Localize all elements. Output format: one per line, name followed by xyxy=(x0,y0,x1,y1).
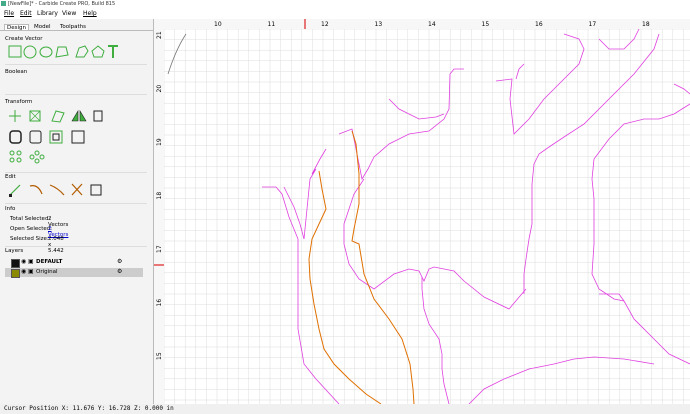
section-transform: Transform xyxy=(5,99,33,105)
pentagon-icon[interactable] xyxy=(91,45,105,58)
selected-vectors[interactable] xyxy=(308,130,415,404)
tree-vectors[interactable] xyxy=(262,28,690,404)
design-canvas[interactable]: 10 11 12 13 14 15 16 17 18 21 20 19 18 17 16 15 xyxy=(154,19,690,404)
transform-toolbar xyxy=(9,109,103,164)
circular-array-icon[interactable] xyxy=(34,150,40,156)
ruler-y-label: 19 xyxy=(156,138,163,146)
section-edit: Edit xyxy=(5,174,16,180)
info-open-selected: Open Selected: 2 Vectors xyxy=(10,226,69,238)
ruler-x-label: 18 xyxy=(642,21,650,28)
horizontal-ruler xyxy=(154,19,690,29)
group-icon[interactable] xyxy=(49,130,63,144)
menu-library[interactable]: Library xyxy=(37,10,58,17)
ruler-y-label: 17 xyxy=(156,245,163,253)
ruler-x-label: 11 xyxy=(268,21,276,28)
grid xyxy=(163,28,690,404)
boundary-arc xyxy=(167,33,187,75)
ruler-x-label: 15 xyxy=(482,21,490,28)
title-bar: [NewFile]* - Carbide Create PRO, Build 8… xyxy=(0,0,690,9)
circle-icon[interactable] xyxy=(23,45,37,59)
menu-help[interactable]: Help xyxy=(83,10,97,17)
menu-file[interactable]: File xyxy=(4,10,14,17)
ruler-x-label: 17 xyxy=(589,21,597,28)
ungroup-icon[interactable] xyxy=(71,130,85,144)
menu-bar: File Edit Library View Help xyxy=(0,9,690,19)
window-title: [NewFile]* - Carbide Create PRO, Build 8… xyxy=(8,1,116,7)
ruler-x-label: 10 xyxy=(214,21,222,28)
menu-view[interactable]: View xyxy=(62,10,76,17)
info-total-selected: Total Selected: 2 Vectors xyxy=(10,216,69,228)
eye-icon[interactable]: ◉ xyxy=(21,258,26,265)
curve-icon[interactable] xyxy=(55,46,69,58)
status-bar: Cursor Position X: 11.676 Y: 16.728 Z: 0… xyxy=(0,404,690,414)
node-edit-icon[interactable] xyxy=(9,184,21,196)
app-icon xyxy=(1,1,6,6)
polygon-icon[interactable] xyxy=(75,45,89,58)
ruler-y-label: 20 xyxy=(156,85,163,93)
section-layers: Layers xyxy=(5,248,24,254)
align-icon[interactable] xyxy=(93,110,103,122)
bounding-box-icon[interactable] xyxy=(90,184,102,196)
vertical-ruler xyxy=(154,19,164,404)
ruler-x-label: 14 xyxy=(428,21,436,28)
canvas-drawing[interactable]: 10 11 12 13 14 15 16 17 18 21 20 19 18 17 16 15 xyxy=(154,19,690,404)
selected-vector-path[interactable] xyxy=(308,170,382,404)
selected-vector-path[interactable] xyxy=(351,130,415,404)
join-icon[interactable] xyxy=(49,184,65,196)
ruler-x-label: 12 xyxy=(321,21,329,28)
ruler-x-label: 13 xyxy=(375,21,383,28)
layer-row-original[interactable]: ◉ ▣ Original ⚙ xyxy=(5,268,143,278)
ellipse-icon[interactable] xyxy=(39,46,53,58)
vector-path[interactable] xyxy=(495,33,585,135)
mirror-icon[interactable] xyxy=(71,109,87,122)
info-selected-size: Selected Size: 2.048 x 5.442 xyxy=(10,236,64,254)
eye-hidden-icon[interactable]: ◉ xyxy=(21,268,26,275)
rotate-icon[interactable] xyxy=(51,110,65,123)
gear-icon[interactable]: ⚙ xyxy=(117,268,122,275)
layer-name[interactable]: Original xyxy=(36,269,58,275)
layer-name[interactable]: DEFAULT xyxy=(36,259,62,265)
lock-icon[interactable]: ▣ xyxy=(28,258,34,265)
rectangle-icon[interactable] xyxy=(8,45,22,58)
gear-icon[interactable]: ⚙ xyxy=(117,258,122,265)
layer-color-swatch[interactable] xyxy=(11,269,20,278)
layer-row-default[interactable]: ◉ ▣ DEFAULT ⚙ xyxy=(5,258,143,268)
ruler-y-label: 15 xyxy=(156,352,163,360)
section-info: Info xyxy=(5,206,16,212)
ruler-x-label: 16 xyxy=(535,21,543,28)
edit-toolbar xyxy=(9,183,102,197)
lock-icon[interactable]: ▣ xyxy=(28,268,34,275)
vector-path[interactable] xyxy=(468,356,655,404)
design-panel: Design Model Toolpaths Create Vector Boo… xyxy=(0,19,154,404)
vector-path[interactable] xyxy=(523,33,660,294)
selected-size-value: 2.048 x 5.442 xyxy=(48,236,64,254)
cut-icon[interactable] xyxy=(71,183,83,196)
section-boolean: Boolean xyxy=(5,69,28,75)
offset-icon[interactable] xyxy=(9,130,22,144)
trim-icon[interactable] xyxy=(29,185,43,195)
layer-color-swatch[interactable] xyxy=(11,259,20,268)
create-vector-toolbar xyxy=(8,45,118,59)
move-icon[interactable] xyxy=(9,110,21,122)
ruler-y-label: 21 xyxy=(156,31,163,39)
vector-path[interactable] xyxy=(598,28,640,50)
text-icon[interactable] xyxy=(108,45,118,58)
ruler-y-label: 18 xyxy=(156,192,163,200)
vector-path[interactable] xyxy=(283,148,327,240)
section-create-vector: Create Vector xyxy=(5,36,43,42)
vector-path[interactable] xyxy=(421,277,450,404)
fillet-icon[interactable] xyxy=(29,130,42,144)
cursor-position-text: Cursor Position X: 11.676 Y: 16.728 Z: 0… xyxy=(4,405,174,412)
ruler-y-label: 16 xyxy=(156,299,163,307)
menu-edit[interactable]: Edit xyxy=(20,10,32,17)
array-icon[interactable] xyxy=(9,150,15,156)
